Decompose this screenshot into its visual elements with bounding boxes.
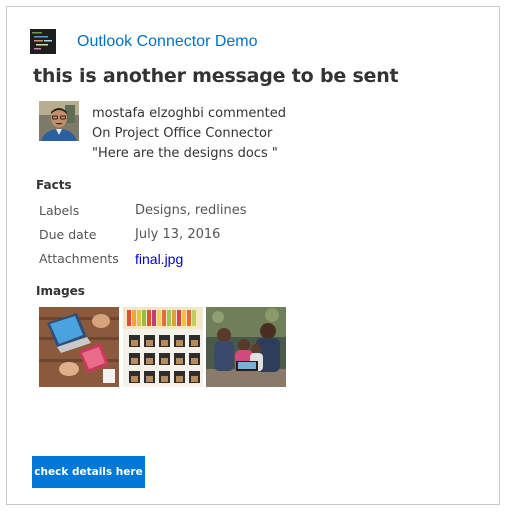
image-thumbnail-1[interactable] — [39, 307, 119, 387]
fact-label: Attachments — [39, 251, 119, 266]
activity-line-2: On Project Office Connector — [92, 126, 273, 141]
fact-label: Labels — [39, 203, 80, 218]
fact-value: Designs, redlines — [135, 203, 247, 218]
facts-title: Facts — [36, 178, 72, 192]
activity-line-1: mostafa elzoghbi commented — [92, 106, 287, 121]
message-title: this is another message to be sent — [33, 65, 399, 87]
connector-name[interactable]: Outlook Connector Demo — [77, 33, 258, 51]
activity-block: mostafa elzoghbi commented On Project Of… — [92, 104, 286, 164]
activity-line-3: "Here are the designs docs " — [92, 146, 278, 161]
fact-value: July 13, 2016 — [135, 227, 221, 242]
images-title: Images — [36, 284, 85, 298]
image-thumbnail-3[interactable] — [206, 307, 286, 387]
attachment-link[interactable]: final.jpg — [135, 251, 183, 267]
fact-label: Due date — [39, 227, 97, 242]
message-card: Outlook Connector Demo this is another m… — [6, 6, 500, 505]
image-thumbnail-2[interactable] — [123, 307, 203, 387]
user-avatar — [39, 101, 79, 141]
check-details-button[interactable]: check details here — [32, 456, 145, 488]
code-editor-icon — [30, 29, 56, 54]
